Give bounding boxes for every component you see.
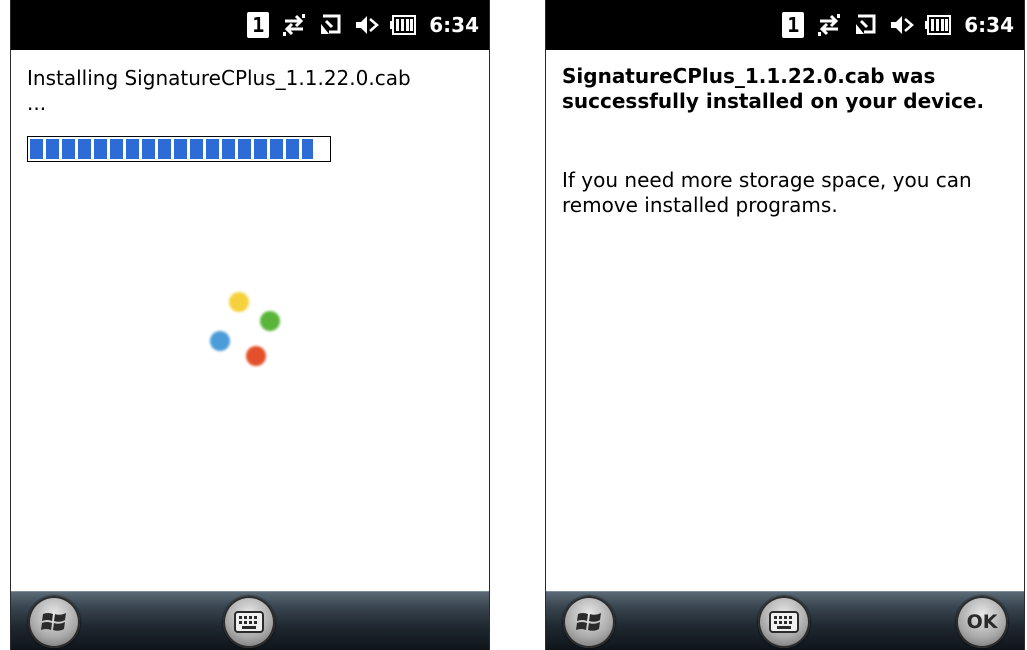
install-progress-panel: Installing SignatureCPlus_1.1.22.0.cab .…: [11, 50, 489, 592]
start-button[interactable]: [28, 596, 80, 648]
sync-icon: [321, 14, 341, 34]
windows-start-icon: [576, 613, 601, 631]
speaker-icon: [356, 16, 380, 34]
ok-label: OK: [966, 611, 998, 633]
busy-spinner-icon: [206, 290, 286, 370]
installing-ellipsis: ...: [27, 91, 47, 115]
install-complete-panel: SignatureCPlus_1.1.22.0.cab was successf…: [546, 50, 1024, 592]
clock: 6:34: [964, 13, 1014, 37]
progress-fill: [30, 139, 314, 159]
install-progress-bar: [27, 136, 331, 162]
slot-number-icon: 1: [247, 12, 270, 38]
taskbar: [11, 591, 489, 650]
status-bar: 1 6:34: [11, 0, 489, 50]
installing-message: Installing SignatureCPlus_1.1.22.0.cab .…: [27, 66, 477, 116]
spinner-dot-blue: [210, 331, 230, 351]
sync-icon: [856, 14, 876, 34]
clock: 6:34: [429, 13, 479, 37]
taskbar: OK: [546, 591, 1024, 650]
success-message: SignatureCPlus_1.1.22.0.cab was successf…: [562, 64, 985, 113]
battery-icon: [390, 15, 417, 35]
keyboard-button[interactable]: [223, 596, 275, 648]
slot-number-icon: 1: [782, 12, 805, 38]
status-bar: 1 6:34: [546, 0, 1024, 50]
windows-start-icon: [41, 613, 66, 631]
storage-message: If you need more storage space, you can …: [562, 168, 972, 217]
connectivity-icon: [283, 14, 306, 36]
installing-screen: 1 6:34 Installing SignatureCPlus_1.1.22.…: [10, 0, 490, 650]
battery-icon: [925, 15, 952, 35]
keyboard-icon: [769, 611, 799, 633]
spinner-dot-yellow: [229, 292, 249, 312]
keyboard-button[interactable]: [758, 596, 810, 648]
connectivity-icon: [818, 14, 841, 36]
keyboard-icon: [234, 611, 264, 633]
spinner-dot-red: [246, 346, 266, 366]
spinner-dot-green: [260, 311, 280, 331]
installing-label: Installing SignatureCPlus_1.1.22.0.cab: [27, 66, 411, 90]
start-button[interactable]: [563, 596, 615, 648]
speaker-icon: [891, 16, 915, 34]
install-complete-screen: 1 6:34 SignatureCPlus_1.1.22.0.cab was s…: [545, 0, 1025, 650]
ok-button[interactable]: OK: [956, 596, 1008, 648]
